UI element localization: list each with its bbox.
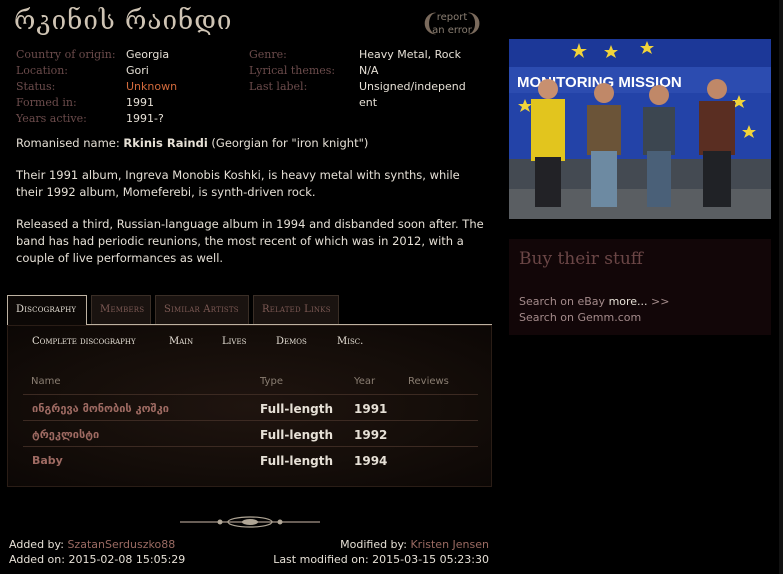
tab-similar-artists[interactable]: Similar Artists [155,295,249,325]
buy-their-stuff-panel: Buy their stuff Search on eBay more... >… [509,239,771,335]
curl-ornament-icon: ❩ [463,9,484,37]
band-tabs: Discography Members Similar Artists Rela… [7,295,492,326]
romanised-name: Rkinis Raindi [123,136,208,150]
buy-title: Buy their stuff [519,249,643,269]
band-name: რკინის რაინდი [14,6,233,36]
col-year: Year [354,376,376,387]
added-by-user-link[interactable]: SzatanSerduszko88 [67,538,175,551]
subnav-demos[interactable]: Demos [276,336,307,347]
ornament-divider-icon [180,516,320,528]
col-name: Name [31,376,61,387]
added-on-date: 2015-02-08 15:05:29 [68,553,186,566]
discography-panel: Complete discography Main Lives Demos Mi… [7,325,492,487]
fact-years-active: 1991-? [126,112,164,125]
fact-location: Gori [126,64,149,77]
subnav-misc[interactable]: Misc. [337,336,363,347]
modified-by-user-link[interactable]: Kristen Jensen [410,538,489,551]
fact-key: Status: [16,80,56,93]
album-type: Full-length [260,402,334,416]
last-modified-date: 2015-03-15 05:23:30 [372,553,489,566]
table-row: ინგრევა მონობის კოშკი Full-length 1991 [23,394,478,420]
band-photo-image: MONITORING MISSION [509,39,771,219]
fact-lyrical-themes: N/A [359,64,379,77]
search-ebay-link[interactable]: Search on eBay [519,295,605,308]
fact-genre: Heavy Metal, Rock [359,48,461,61]
band-facts-left: Country of origin: Georgia Location: Gori … [16,47,246,127]
last-modified-label: Last modified on: [273,553,369,566]
subnav-lives[interactable]: Lives [222,336,246,347]
band-facts-right: Genre: Heavy Metal, Rock Lyrical themes: N… [249,47,484,111]
fact-key: Formed in: [16,96,77,109]
search-gemm-link[interactable]: Search on Gemm.com [519,311,641,324]
table-row: Baby Full-length 1994 [23,446,478,472]
album-name-link[interactable]: Baby [32,454,63,467]
modified-by-label: Modified by: [340,538,407,551]
tab-members[interactable]: Members [91,295,151,325]
band-photo[interactable]: MONITORING MISSION [509,39,771,219]
album-name-link[interactable]: ტრეკლისტი [32,428,99,441]
album-year: 1992 [354,428,388,442]
album-name-link[interactable]: ინგრევა მონობის კოშკი [32,402,169,415]
bio-paragraph: Their 1991 album, Ingreva Monobis Koshki… [16,168,460,199]
fact-key: Genre: [249,48,287,61]
col-type: Type [260,376,283,387]
fact-last-label[interactable]: Unsigned/independ [359,79,484,95]
fact-key: Location: [16,64,68,77]
tab-discography[interactable]: Discography [7,295,87,326]
romanised-label: Romanised name: [16,136,120,150]
tab-related-links[interactable]: Related Links [253,295,339,325]
table-row: ტრეკლისტი Full-length 1992 [23,420,478,446]
more-arrows[interactable]: >> [651,295,669,308]
subnav-complete-discography[interactable]: Complete discography [32,336,136,347]
bio-paragraph: Released a third, Russian-language album… [16,217,484,265]
fact-key: Last label: [249,80,308,93]
fact-key: Lyrical themes: [249,64,336,77]
fact-formed: 1991 [126,96,154,109]
more-link[interactable]: more... [609,295,648,308]
added-by-label: Added by: [9,538,64,551]
album-year: 1991 [354,402,388,416]
footer-modified: Modified by: Kristen Jensen Last modifie… [273,537,489,567]
album-type: Full-length [260,428,334,442]
discography-table: Name Type Year Reviews ინგრევა მონობის კ… [23,372,478,472]
subnav-main[interactable]: Main [169,336,193,347]
album-type: Full-length [260,454,334,468]
fact-key: Years active: [16,112,87,125]
table-header: Name Type Year Reviews [23,372,478,394]
window-edge [779,0,783,574]
fact-status: Unknown [126,80,178,93]
footer-added: Added by: SzatanSerduszko88 Added on: 20… [9,537,185,567]
band-biography: Romanised name: Rkinis Raindi (Georgian … [16,135,488,282]
fact-country[interactable]: Georgia [126,47,246,63]
fact-key [249,95,359,111]
romanised-note: (Georgian for "iron knight") [211,136,369,150]
col-reviews: Reviews [408,376,449,387]
report-error-link[interactable]: ❨ report an error ❩ [420,8,484,40]
album-year: 1994 [354,454,388,468]
fact-key: Country of origin: [16,48,116,61]
added-on-label: Added on: [9,553,65,566]
fact-last-label-cont[interactable]: ent [359,95,484,111]
